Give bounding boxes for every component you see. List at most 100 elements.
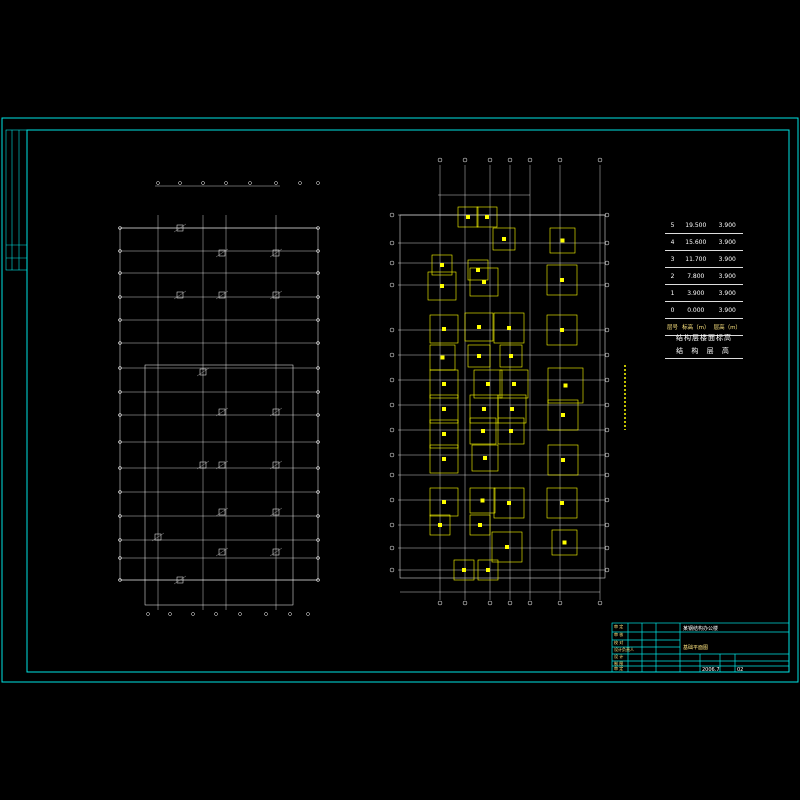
axis-bubble — [224, 181, 228, 185]
axis-bubble — [389, 545, 395, 551]
column-mark — [486, 568, 490, 572]
axis-bubble — [306, 612, 310, 616]
level-row: 3 11.700 3.900 — [665, 250, 743, 268]
level-cell-height: 3.900 — [711, 284, 743, 302]
column-mark — [485, 215, 489, 219]
column-mark — [505, 545, 509, 549]
axis-bubble — [389, 452, 395, 458]
axis-bubble — [201, 181, 205, 185]
axis-bubble — [156, 181, 160, 185]
plan-outline-lower — [144, 364, 294, 606]
level-cell-elev: 19.500 — [680, 217, 712, 234]
axis-bubble — [462, 600, 468, 606]
level-cell-height: 3.900 — [711, 233, 743, 251]
column-mark — [482, 280, 486, 284]
column-mark — [560, 278, 564, 282]
level-table: 5 19.500 3.900 4 15.600 3.900 3 11.700 3.900 2 7.8… — [665, 217, 743, 336]
axis-bubble — [389, 282, 395, 288]
axis-bubble — [597, 600, 603, 606]
axis-bubble — [389, 567, 395, 573]
level-cell-height: 3.900 — [711, 217, 743, 234]
column-mark — [509, 354, 513, 358]
plan-outline — [119, 227, 319, 581]
axis-bubble — [527, 600, 533, 606]
title-block-label: 校 对 — [614, 640, 624, 645]
level-cell-floor: 5 — [665, 217, 681, 234]
column-mark — [482, 407, 486, 411]
axis-bubble — [191, 612, 195, 616]
level-cell-height: 3.900 — [711, 267, 743, 285]
axis-bubble — [389, 212, 395, 218]
foundation-plan-left — [118, 181, 320, 616]
axis-bubble — [437, 157, 443, 163]
column-mark — [442, 457, 446, 461]
axis-bubble — [557, 600, 563, 606]
level-cell-floor: 2 — [665, 267, 681, 285]
level-cell-height: 3.900 — [711, 301, 743, 319]
column-mark — [561, 458, 565, 462]
column-mark — [512, 382, 516, 386]
column-mark — [510, 407, 514, 411]
axis-bubble — [389, 497, 395, 503]
axis-bubble — [389, 427, 395, 433]
column-mark — [507, 326, 511, 330]
column-mark — [477, 325, 481, 329]
title-block-label: 设 计 — [614, 654, 624, 659]
axis-bubble — [264, 612, 268, 616]
axis-bubble — [389, 352, 395, 358]
level-row: 4 15.600 3.900 — [665, 233, 743, 251]
level-row: 2 7.800 3.900 — [665, 267, 743, 285]
level-cell-floor: 3 — [665, 250, 681, 268]
level-cell-elev: 0.000 — [680, 301, 712, 319]
axis-bubble — [389, 522, 395, 528]
foundation-plan-right — [389, 157, 626, 606]
inner-border — [26, 129, 790, 673]
axis-bubble — [178, 181, 182, 185]
level-cell-elev: 3.900 — [680, 284, 712, 302]
column-mark — [509, 429, 513, 433]
drawing-sheet — [1, 117, 799, 683]
axis-bubble — [168, 612, 172, 616]
project-name: 某钢结构办公楼 — [683, 626, 719, 632]
axis-bubble — [487, 600, 493, 606]
level-cell-elev: 11.700 — [680, 250, 712, 268]
level-row: 1 3.900 3.900 — [665, 284, 743, 302]
column-mark — [502, 237, 506, 241]
axis-bubble — [274, 181, 278, 185]
axis-bubble — [507, 157, 513, 163]
axis-bubble — [316, 181, 320, 185]
drawing-name: 基础平面图 — [683, 645, 709, 651]
axis-bubble — [298, 181, 302, 185]
axis-bubble — [288, 612, 292, 616]
axis-bubble — [462, 157, 468, 163]
level-table-title: 结构层楼面标高 — [676, 334, 732, 342]
column-mark — [481, 429, 485, 433]
title-block-label: 审 定 — [614, 624, 624, 629]
axis-bubble — [389, 260, 395, 266]
column-mark — [560, 501, 564, 505]
column-mark — [476, 268, 480, 272]
column-mark — [442, 327, 446, 331]
sheet-number: 02 — [737, 667, 744, 673]
column-mark — [486, 382, 490, 386]
level-cell-elev: 7.800 — [680, 267, 712, 285]
axis-bubble — [557, 157, 563, 163]
column-mark — [442, 500, 446, 504]
column-mark — [483, 456, 487, 460]
axis-bubble — [146, 612, 150, 616]
axis-bubble — [389, 327, 395, 333]
title-block-label: 审 定 — [614, 666, 624, 671]
axis-bubble — [527, 157, 533, 163]
column-mark — [438, 523, 442, 527]
level-cell-elev: 15.600 — [680, 233, 712, 251]
column-mark — [561, 413, 565, 417]
drawing-date: 2006.7 — [702, 667, 720, 673]
column-mark — [480, 498, 485, 503]
column-mark — [442, 382, 446, 386]
axis-bubble — [389, 402, 395, 408]
column-mark — [442, 407, 446, 411]
axis-bubble — [487, 157, 493, 163]
level-cell-floor: 4 — [665, 233, 681, 251]
axis-bubble — [507, 600, 513, 606]
title-block-label: 设计负责人 — [614, 647, 634, 652]
